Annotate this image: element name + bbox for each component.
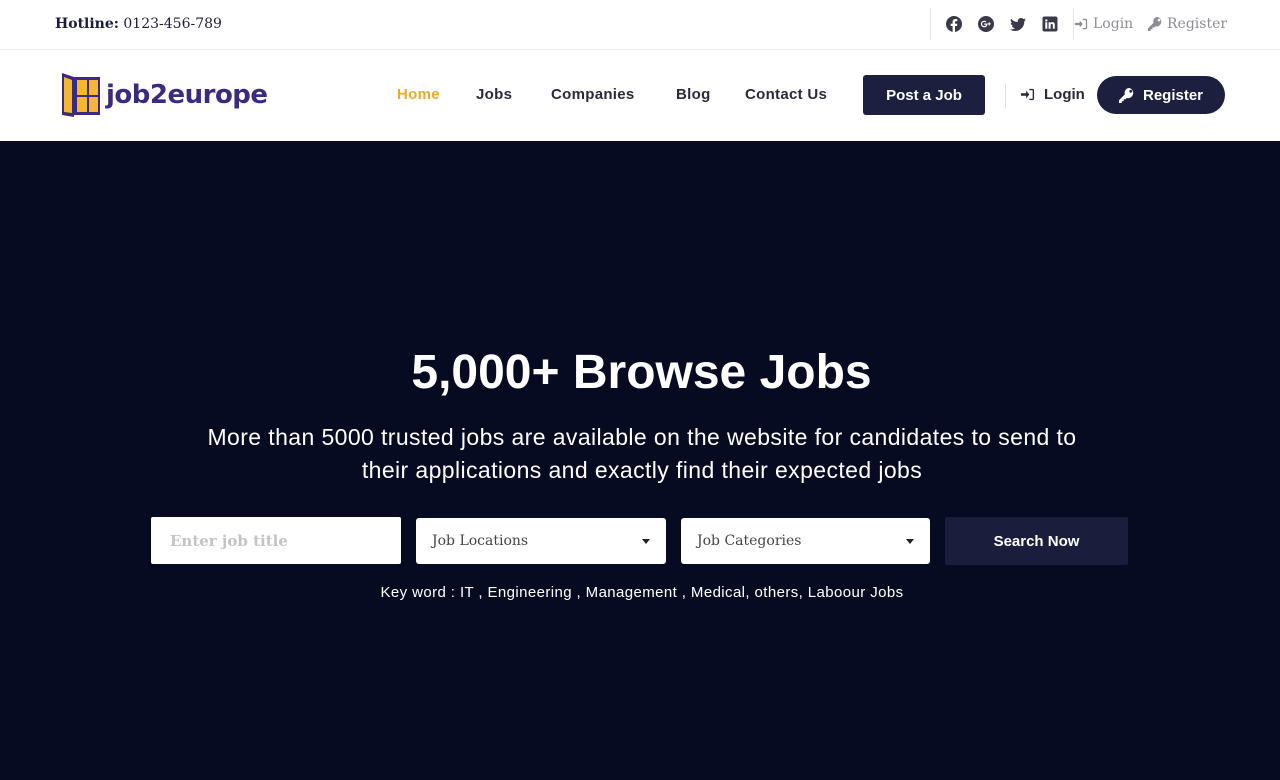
- job-categories-select[interactable]: Job Categories: [681, 518, 930, 564]
- logo-text: job2europe: [106, 80, 268, 110]
- top-register-link[interactable]: Register: [1148, 16, 1227, 32]
- google-plus-icon[interactable]: [970, 12, 1002, 36]
- keyword-list: Key word : IT , Engineering , Management…: [380, 584, 904, 601]
- job-locations-select[interactable]: Job Locations: [416, 518, 666, 564]
- site-logo[interactable]: job2europe: [60, 70, 268, 120]
- sign-in-icon: [1020, 88, 1035, 101]
- logo-door-icon: [62, 73, 100, 117]
- hotline: Hotline: 0123-456-789: [55, 16, 222, 32]
- nav-blog[interactable]: Blog: [676, 86, 711, 103]
- sign-in-icon: [1074, 18, 1088, 30]
- top-register-label: Register: [1167, 16, 1228, 32]
- header-register-label: Register: [1142, 86, 1204, 104]
- nav-home[interactable]: Home: [397, 86, 440, 103]
- header-register-button[interactable]: Register: [1097, 76, 1225, 114]
- search-now-button[interactable]: Search Now: [945, 517, 1128, 565]
- nav-jobs[interactable]: Jobs: [476, 86, 512, 103]
- caret-down-icon: [906, 538, 914, 544]
- caret-down-icon: [642, 538, 650, 544]
- linkedin-icon[interactable]: [1034, 12, 1066, 36]
- hero-section: 5,000+ Browse Jobs More than 5000 truste…: [0, 141, 1280, 780]
- key-icon: [1118, 87, 1134, 103]
- post-job-button[interactable]: Post a Job: [863, 75, 985, 115]
- social-links: [930, 8, 1074, 40]
- nav-contact-us[interactable]: Contact Us: [745, 86, 827, 103]
- header-divider: [1005, 84, 1006, 108]
- facebook-icon[interactable]: [938, 12, 970, 36]
- hotline-label: Hotline:: [55, 16, 119, 32]
- nav-companies[interactable]: Companies: [551, 86, 635, 103]
- hero-subtitle-line-2: their applications and exactly find thei…: [361, 457, 923, 483]
- job-categories-value: Job Categories: [697, 533, 802, 549]
- top-bar: Hotline: 0123-456-789 Login Register: [0, 0, 1280, 50]
- hero-subtitle-line-1: More than 5000 trusted jobs are availabl…: [207, 424, 1077, 450]
- hotline-number: 0123-456-789: [123, 16, 222, 32]
- hero-subtitle: More than 5000 trusted jobs are availabl…: [160, 421, 1124, 487]
- job-title-input[interactable]: [151, 517, 401, 564]
- twitter-icon[interactable]: [1002, 12, 1034, 36]
- top-login-link[interactable]: Login: [1074, 16, 1133, 32]
- job-locations-value: Job Locations: [432, 533, 529, 549]
- key-icon: [1148, 17, 1162, 31]
- header-login-button[interactable]: Login: [1020, 86, 1085, 103]
- hero-title: 5,000+ Browse Jobs: [411, 346, 872, 399]
- top-login-label: Login: [1093, 16, 1134, 32]
- header-login-label: Login: [1044, 86, 1085, 103]
- main-header: job2europe Home Jobs Companies Blog Cont…: [0, 50, 1280, 141]
